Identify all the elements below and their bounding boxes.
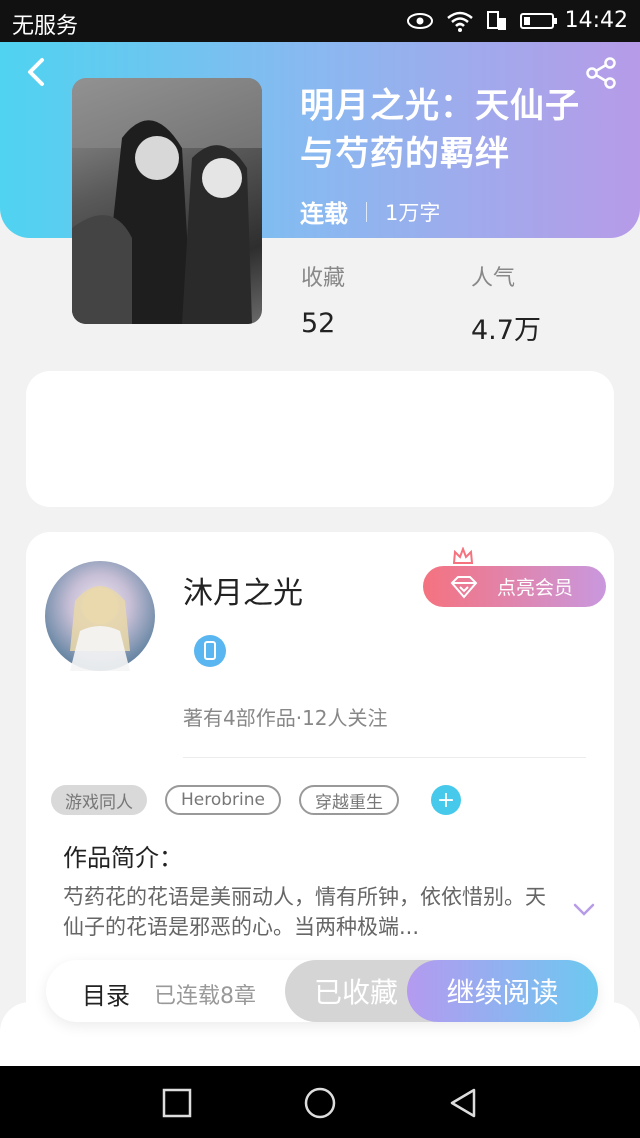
author-name[interactable]: 沐月之光 [183,568,303,612]
intro-heading: 作品简介： [63,844,183,872]
blank-card [26,371,614,507]
circle-nav-icon[interactable] [303,1086,337,1120]
system-nav-bar [0,1066,640,1138]
stat-popularity-value: 4.7万 [471,315,541,346]
stat-favorites: 收藏 52 [301,260,345,339]
tag-item[interactable]: 游戏同人 [51,785,147,815]
tag-list: 游戏同人 Herobrine 穿越重生 + [51,785,461,815]
battery-icon [520,13,557,29]
carrier-label: 无服务 [12,14,79,39]
cover-art [72,78,262,324]
eye-icon [407,13,433,29]
avatar-art [70,586,130,671]
vip-label: 点亮会员 [497,577,574,599]
book-cover[interactable] [72,78,262,324]
stat-favorites-value: 52 [301,308,336,339]
diamond-icon [450,575,478,599]
square-nav-icon[interactable] [160,1086,194,1120]
tag-item[interactable]: Herobrine [165,785,281,815]
chevron-down-icon[interactable] [572,902,596,918]
toc-button[interactable]: 目录 [82,976,130,1011]
stat-popularity-label: 人气 [471,266,516,291]
continue-reading-button[interactable]: 继续阅读 [407,960,598,1022]
book-meta: 连载 1万字 [300,194,440,229]
tag-item[interactable]: 穿越重生 [299,785,399,815]
favorite-label: 已收藏 [313,976,398,1009]
meta-divider [366,201,367,222]
sim-icon [487,11,506,30]
crown-icon [452,547,474,564]
status-bar: 无服务 14:42 [0,0,640,42]
action-bar: 目录 已连载8章 已收藏 继续阅读 [46,960,598,1022]
chapter-count: 已连载8章 [154,984,256,1009]
stat-popularity: 人气 4.7万 [471,260,541,347]
intro-text: 芍药花的花语是美丽动人，情有所钟，依依惜别。天仙子的花语是邪恶的心。当两种极端.… [63,885,546,939]
stat-favorites-label: 收藏 [301,266,346,291]
back-icon[interactable] [20,56,52,88]
word-count: 1万字 [385,200,441,225]
status-icons [406,10,558,32]
triangle-nav-icon[interactable] [446,1086,480,1120]
book-title: 明月之光：天仙子与芍药的羁绊 [300,86,580,174]
avatar[interactable] [45,561,155,671]
plus-icon: + [436,787,456,813]
phone-badge-icon [194,635,226,667]
continue-reading-label: 继续阅读 [446,976,559,1009]
clock: 14:42 [564,8,628,33]
serial-status: 连载 [300,200,348,228]
author-stats: 著有4部作品·12人关注 [183,706,388,730]
author-divider [183,757,586,758]
wifi-icon [447,11,473,32]
vip-button[interactable]: 点亮会员 [423,566,606,607]
add-tag-button[interactable]: + [431,785,461,815]
